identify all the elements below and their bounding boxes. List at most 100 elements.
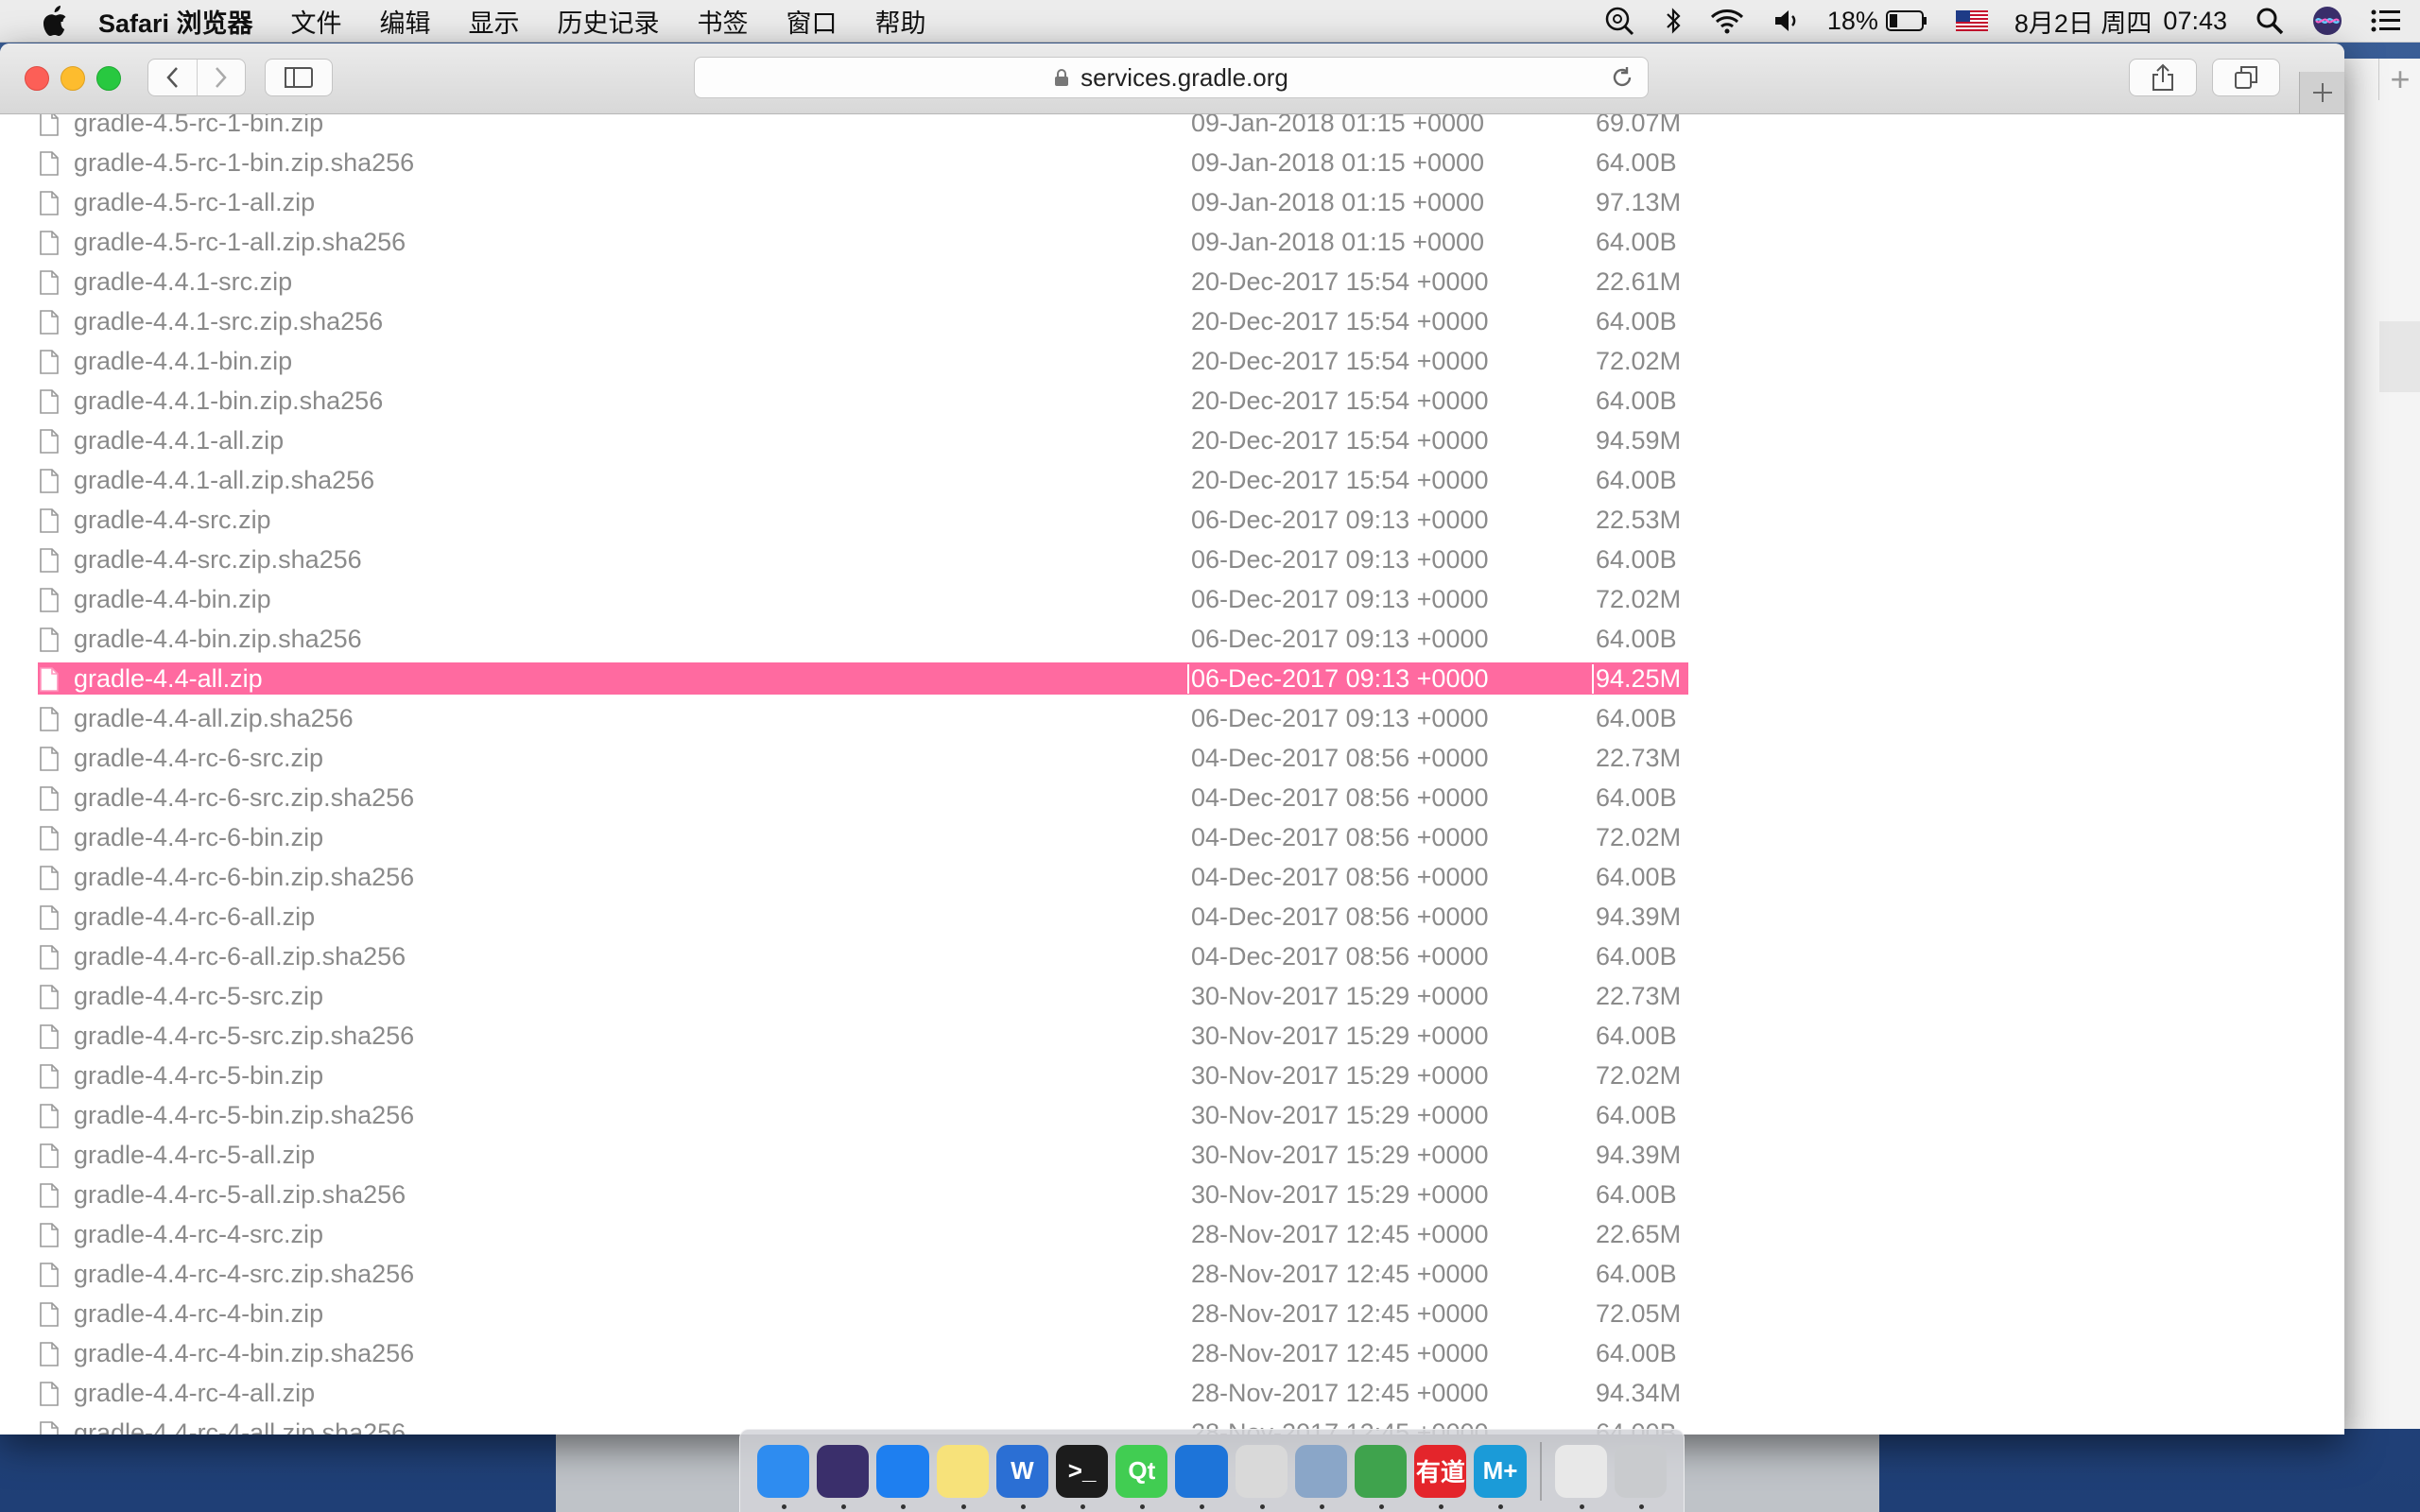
markdown-icon[interactable]: M+ (1474, 1444, 1527, 1509)
file-row[interactable]: gradle-4.4-rc-6-bin.zip.sha256 04-Dec-201… (0, 857, 2344, 897)
address-bar[interactable]: services.gradle.org (694, 57, 1649, 98)
file-name-link[interactable]: gradle-4.4-rc-4-src.zip.sha256 (74, 1260, 414, 1289)
menu-history[interactable]: 历史记录 (558, 3, 660, 40)
file-name-link[interactable]: gradle-4.4.1-bin.zip (74, 347, 292, 376)
file-name-link[interactable]: gradle-4.4-bin.zip (74, 585, 271, 614)
new-tab-button[interactable] (2299, 72, 2344, 113)
file-name-link[interactable]: gradle-4.4.1-all.zip.sha256 (74, 466, 374, 495)
notification-center-icon[interactable] (2371, 9, 2401, 33)
file-name-link[interactable]: gradle-4.4-rc-5-all.zip.sha256 (74, 1180, 406, 1210)
file-row[interactable]: gradle-4.4-rc-5-bin.zip.sha256 30-Nov-201… (0, 1095, 2344, 1135)
file-name-link[interactable]: gradle-4.4-rc-5-bin.zip.sha256 (74, 1101, 414, 1130)
file-row[interactable]: gradle-4.4-rc-5-all.zip 30-Nov-2017 15:29… (0, 1135, 2344, 1175)
app-menu[interactable]: Safari 浏览器 (98, 3, 253, 40)
bluetooth-icon[interactable] (1665, 7, 1682, 35)
file-row[interactable]: gradle-4.4-rc-6-all.zip.sha256 04-Dec-201… (0, 936, 2344, 976)
menu-window[interactable]: 窗口 (786, 3, 838, 40)
file-name-link[interactable]: gradle-4.4-bin.zip.sha256 (74, 625, 362, 654)
notes-icon[interactable] (936, 1444, 989, 1509)
file-name-link[interactable]: gradle-4.4-src.zip (74, 506, 271, 535)
sidebar-toggle-button[interactable] (265, 59, 333, 96)
back-button[interactable] (148, 60, 197, 95)
clock-date[interactable]: 8月2日 周四 (2014, 3, 2152, 40)
file-name-link[interactable]: gradle-4.4-rc-4-bin.zip.sha256 (74, 1339, 414, 1368)
file-row[interactable]: gradle-4.4-rc-4-src.zip 28-Nov-2017 12:45… (0, 1214, 2344, 1254)
file-row[interactable]: gradle-4.4-bin.zip.sha256 06-Dec-2017 09:… (0, 619, 2344, 659)
file-row[interactable]: gradle-4.4-rc-6-src.zip 04-Dec-2017 08:56… (0, 738, 2344, 778)
file-name-link[interactable]: gradle-4.4-rc-4-all.zip.sha256 (74, 1418, 406, 1435)
word-icon[interactable]: W (995, 1444, 1049, 1509)
trash-icon[interactable] (1614, 1444, 1668, 1509)
search-status-icon[interactable] (1604, 6, 1636, 36)
show-tabs-button[interactable] (2212, 59, 2280, 96)
input-source-flag-icon[interactable] (1955, 10, 1988, 31)
forward-button[interactable] (196, 60, 246, 95)
finder-icon[interactable] (757, 1444, 810, 1509)
file-row[interactable]: gradle-4.4-rc-6-all.zip 04-Dec-2017 08:56… (0, 897, 2344, 936)
file-name-link[interactable]: gradle-4.4-rc-6-all.zip (74, 902, 315, 932)
file-name-link[interactable]: gradle-4.4.1-src.zip.sha256 (74, 307, 383, 336)
file-name-link[interactable]: gradle-4.5-rc-1-all.zip.sha256 (74, 228, 406, 257)
file-row[interactable]: gradle-4.4-rc-6-src.zip.sha256 04-Dec-201… (0, 778, 2344, 817)
file-row[interactable]: gradle-4.5-rc-1-all.zip 09-Jan-2018 01:15… (0, 182, 2344, 222)
menu-edit[interactable]: 编辑 (380, 3, 431, 40)
file-name-link[interactable]: gradle-4.4-all.zip (74, 664, 263, 694)
documents-icon[interactable] (1554, 1444, 1607, 1509)
file-row[interactable]: gradle-4.5-rc-1-bin.zip 09-Jan-2018 01:15… (0, 114, 2344, 143)
menu-help[interactable]: 帮助 (875, 3, 926, 40)
file-name-link[interactable]: gradle-4.4.1-src.zip (74, 267, 292, 297)
file-row[interactable]: gradle-4.4-rc-4-all.zip 28-Nov-2017 12:45… (0, 1373, 2344, 1413)
preview-icon[interactable] (1294, 1444, 1348, 1509)
menu-file[interactable]: 文件 (291, 3, 342, 40)
battery-icon[interactable] (1885, 9, 1927, 32)
file-row[interactable]: gradle-4.4.1-all.zip 20-Dec-2017 15:54 +0… (0, 421, 2344, 460)
file-row[interactable]: gradle-4.4.1-bin.zip.sha256 20-Dec-2017 1… (0, 381, 2344, 421)
terminal-icon[interactable]: >_ (1056, 1444, 1109, 1509)
apple-menu-icon[interactable] (38, 5, 68, 37)
file-name-link[interactable]: gradle-4.4-rc-6-bin.zip.sha256 (74, 863, 414, 892)
reload-icon[interactable] (1610, 65, 1634, 96)
file-name-link[interactable]: gradle-4.4-rc-6-src.zip.sha256 (74, 783, 414, 813)
siri-icon[interactable] (2312, 6, 2342, 36)
xcode-icon[interactable] (1175, 1444, 1228, 1509)
file-name-link[interactable]: gradle-4.4-rc-6-src.zip (74, 744, 323, 773)
file-row[interactable]: gradle-4.4-src.zip 06-Dec-2017 09:13 +000… (0, 500, 2344, 540)
clock-time[interactable]: 07:43 (2163, 7, 2227, 36)
file-row[interactable]: gradle-4.4-rc-5-all.zip.sha256 30-Nov-201… (0, 1175, 2344, 1214)
file-row[interactable]: gradle-4.4-rc-5-src.zip.sha256 30-Nov-201… (0, 1016, 2344, 1056)
qt-icon[interactable]: Qt (1115, 1444, 1168, 1509)
share-button[interactable] (2129, 59, 2197, 96)
file-name-link[interactable]: gradle-4.4-rc-5-src.zip.sha256 (74, 1022, 414, 1051)
file-name-link[interactable]: gradle-4.4.1-bin.zip.sha256 (74, 387, 383, 416)
file-row[interactable]: gradle-4.4.1-bin.zip 20-Dec-2017 15:54 +0… (0, 341, 2344, 381)
file-name-link[interactable]: gradle-4.4-rc-6-bin.zip (74, 823, 323, 852)
file-row[interactable]: gradle-4.4-rc-4-bin.zip.sha256 28-Nov-201… (0, 1333, 2344, 1373)
file-name-link[interactable]: gradle-4.4.1-all.zip (74, 426, 284, 455)
file-name-link[interactable]: gradle-4.5-rc-1-all.zip (74, 188, 315, 217)
file-name-link[interactable]: gradle-4.5-rc-1-bin.zip (74, 114, 323, 138)
python-icon[interactable] (1235, 1444, 1288, 1509)
file-row[interactable]: gradle-4.4-rc-4-bin.zip 28-Nov-2017 12:45… (0, 1294, 2344, 1333)
menu-bookmarks[interactable]: 书签 (698, 3, 749, 40)
youdao-icon[interactable]: 有道 (1414, 1444, 1467, 1509)
file-row[interactable]: gradle-4.5-rc-1-bin.zip.sha256 09-Jan-201… (0, 143, 2344, 182)
fullscreen-window-button[interactable] (96, 66, 121, 91)
minimize-window-button[interactable] (60, 66, 85, 91)
file-name-link[interactable]: gradle-4.4-rc-4-bin.zip (74, 1299, 323, 1329)
wifi-icon[interactable] (1710, 8, 1744, 34)
file-row[interactable]: gradle-4.4-rc-5-bin.zip 30-Nov-2017 15:29… (0, 1056, 2344, 1095)
file-row[interactable]: gradle-4.4-all.zip.sha256 06-Dec-2017 09:… (0, 698, 2344, 738)
android-studio-icon[interactable] (1355, 1444, 1408, 1509)
volume-icon[interactable] (1772, 8, 1801, 34)
close-window-button[interactable] (25, 66, 49, 91)
file-row[interactable]: gradle-4.4-all.zip 06-Dec-2017 09:13 +000… (0, 659, 2344, 698)
file-row[interactable]: gradle-4.4-rc-5-src.zip 30-Nov-2017 15:29… (0, 976, 2344, 1016)
file-name-link[interactable]: gradle-4.4-rc-4-all.zip (74, 1379, 315, 1408)
file-name-link[interactable]: gradle-4.4-src.zip.sha256 (74, 545, 362, 575)
file-name-link[interactable]: gradle-4.4-rc-5-src.zip (74, 982, 323, 1011)
file-row[interactable]: gradle-4.4-rc-6-bin.zip 04-Dec-2017 08:56… (0, 817, 2344, 857)
file-row[interactable]: gradle-4.5-rc-1-all.zip.sha256 09-Jan-201… (0, 222, 2344, 262)
file-row[interactable]: gradle-4.4-src.zip.sha256 06-Dec-2017 09:… (0, 540, 2344, 579)
file-name-link[interactable]: gradle-4.4-rc-6-all.zip.sha256 (74, 942, 406, 971)
safari-icon[interactable] (876, 1444, 929, 1509)
